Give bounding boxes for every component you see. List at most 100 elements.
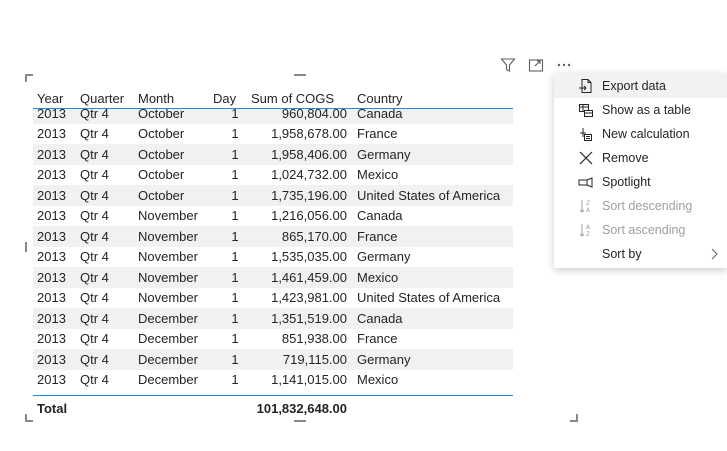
cell-year: 2013 — [37, 228, 66, 244]
cell-month: November — [138, 249, 198, 265]
table-row[interactable]: 2013 Qtr 4 December 1 851,938.00 France — [33, 328, 513, 349]
column-header-sum-of-cogs[interactable]: Sum of COGS — [247, 91, 352, 106]
table-row[interactable]: 2013 Qtr 4 December 1 1,141,015.00 Mexico — [33, 369, 513, 390]
cell-day: 1 — [231, 109, 239, 121]
resize-handle-bottom-left[interactable] — [25, 414, 33, 422]
table-row[interactable]: 2013 Qtr 4 October 1 960,804.00 Canada — [33, 109, 513, 124]
more-options-menu: Export data Show as a table New calculatio… — [554, 74, 727, 268]
cell-sum-of-cogs: 960,804.00 — [281, 109, 347, 121]
cell-sum-of-cogs: 1,423,981.00 — [271, 290, 347, 306]
cell-sum-of-cogs: 1,958,678.00 — [271, 126, 347, 142]
table-row[interactable]: 2013 Qtr 4 October 1 1,958,678.00 France — [33, 123, 513, 144]
cell-month: November — [138, 228, 198, 244]
table-row[interactable]: 2013 Qtr 4 December 1 1,351,519.00 Canada — [33, 308, 513, 329]
cell-country: Germany — [357, 249, 411, 265]
resize-handle-top[interactable] — [294, 74, 306, 76]
cell-country: France — [357, 331, 398, 347]
svg-text:Z: Z — [586, 231, 590, 238]
data-table: Year Quarter Month Day Sum of COGS Count… — [33, 77, 513, 416]
menu-item-new-calculation[interactable]: New calculation — [554, 122, 727, 146]
column-header-month[interactable]: Month — [134, 91, 209, 106]
filter-icon[interactable] — [497, 55, 519, 75]
table-row[interactable]: 2013 Qtr 4 November 1 1,423,981.00 United Sta… — [33, 287, 513, 308]
table-row[interactable]: 2013 Qtr 4 October 1 1,958,406.00 Germany — [33, 144, 513, 165]
cell-quarter: Qtr 4 — [80, 167, 109, 183]
cell-quarter: Qtr 4 — [80, 187, 109, 203]
cell-year: 2013 — [37, 208, 66, 224]
cell-quarter: Qtr 4 — [80, 351, 109, 367]
cell-year: 2013 — [37, 310, 66, 326]
menu-item-show-as-a-table[interactable]: Show as a table — [554, 98, 727, 122]
cell-sum-of-cogs: 865,170.00 — [281, 228, 347, 244]
cell-day: 1 — [231, 269, 239, 285]
focus-mode-icon[interactable] — [525, 55, 547, 75]
table-row[interactable]: 2013 Qtr 4 October 1 1,735,196.00 United Stat… — [33, 185, 513, 206]
column-header-year[interactable]: Year — [33, 91, 76, 106]
more-options-icon[interactable] — [553, 55, 575, 75]
cell-country: Mexico — [357, 372, 399, 388]
cell-country: Germany — [357, 146, 411, 162]
resize-handle-left[interactable] — [25, 242, 27, 252]
resize-handle-top-left[interactable] — [25, 74, 33, 82]
calculation-icon — [576, 126, 596, 142]
cell-day: 1 — [231, 310, 239, 326]
cell-day: 1 — [231, 187, 239, 203]
cell-quarter: Qtr 4 — [80, 331, 109, 347]
cell-day: 1 — [231, 167, 239, 183]
cell-quarter: Qtr 4 — [80, 109, 109, 121]
table-icon — [576, 102, 596, 118]
menu-item-label: New calculation — [602, 127, 690, 141]
menu-item-export-data[interactable]: Export data — [554, 74, 727, 98]
menu-item-label: Sort ascending — [602, 223, 686, 237]
column-header-quarter[interactable]: Quarter — [76, 91, 134, 106]
menu-item-remove[interactable]: Remove — [554, 146, 727, 170]
cell-quarter: Qtr 4 — [80, 228, 109, 244]
visual-header — [497, 55, 575, 75]
table-body[interactable]: 2013 Qtr 4 October 1 960,804.00 Canada 2013 Qtr… — [33, 109, 513, 394]
export-icon — [576, 78, 596, 94]
table-row[interactable]: 2013 Qtr 4 December 1 719,115.00 Germany — [33, 349, 513, 370]
resize-handle-bottom-right[interactable] — [570, 414, 578, 422]
total-value: 101,832,648.00 — [256, 401, 347, 416]
cell-day: 1 — [231, 290, 239, 306]
menu-item-label: Spotlight — [602, 175, 651, 189]
svg-text:Z: Z — [586, 200, 590, 207]
cell-sum-of-cogs: 1,216,056.00 — [271, 208, 347, 224]
cell-sum-of-cogs: 1,535,035.00 — [271, 249, 347, 265]
cell-country: Mexico — [357, 167, 399, 183]
table-row[interactable]: 2013 Qtr 4 October 1 1,024,732.00 Mexico — [33, 164, 513, 185]
table-header-row: Year Quarter Month Day Sum of COGS Count… — [33, 77, 513, 109]
cell-quarter: Qtr 4 — [80, 126, 109, 142]
table-row[interactable]: 2013 Qtr 4 November 1 1,216,056.00 Canada — [33, 205, 513, 226]
cell-country: United States of America — [357, 290, 501, 306]
cell-month: December — [138, 310, 198, 326]
column-header-day[interactable]: Day — [209, 91, 247, 106]
menu-item-sort-by[interactable]: Sort by — [554, 242, 727, 266]
cell-year: 2013 — [37, 109, 66, 121]
cell-day: 1 — [231, 146, 239, 162]
menu-item-sort-descending: Z A Sort descending — [554, 194, 727, 218]
cell-year: 2013 — [37, 249, 66, 265]
spotlight-icon — [576, 174, 596, 190]
menu-item-label: Export data — [602, 79, 666, 93]
table-row[interactable]: 2013 Qtr 4 November 1 1,461,459.00 Mexico — [33, 267, 513, 288]
cell-year: 2013 — [37, 351, 66, 367]
table-row[interactable]: 2013 Qtr 4 November 1 865,170.00 France — [33, 226, 513, 247]
cell-day: 1 — [231, 351, 239, 367]
close-icon — [576, 150, 596, 166]
cell-year: 2013 — [37, 167, 66, 183]
cell-quarter: Qtr 4 — [80, 290, 109, 306]
menu-item-label: Sort by — [602, 247, 642, 261]
column-header-country[interactable]: Country — [352, 91, 513, 106]
cell-year: 2013 — [37, 146, 66, 162]
menu-item-spotlight[interactable]: Spotlight — [554, 170, 727, 194]
table-row[interactable]: 2013 Qtr 4 November 1 1,535,035.00 Germany — [33, 246, 513, 267]
cell-month: October — [138, 126, 185, 142]
cell-month: October — [138, 167, 185, 183]
cell-month: December — [138, 351, 198, 367]
cell-sum-of-cogs: 1,024,732.00 — [271, 167, 347, 183]
cell-sum-of-cogs: 1,141,015.00 — [271, 372, 347, 388]
cell-year: 2013 — [37, 372, 66, 388]
table-visual[interactable]: Year Quarter Month Day Sum of COGS Count… — [25, 74, 578, 422]
cell-month: December — [138, 372, 198, 388]
